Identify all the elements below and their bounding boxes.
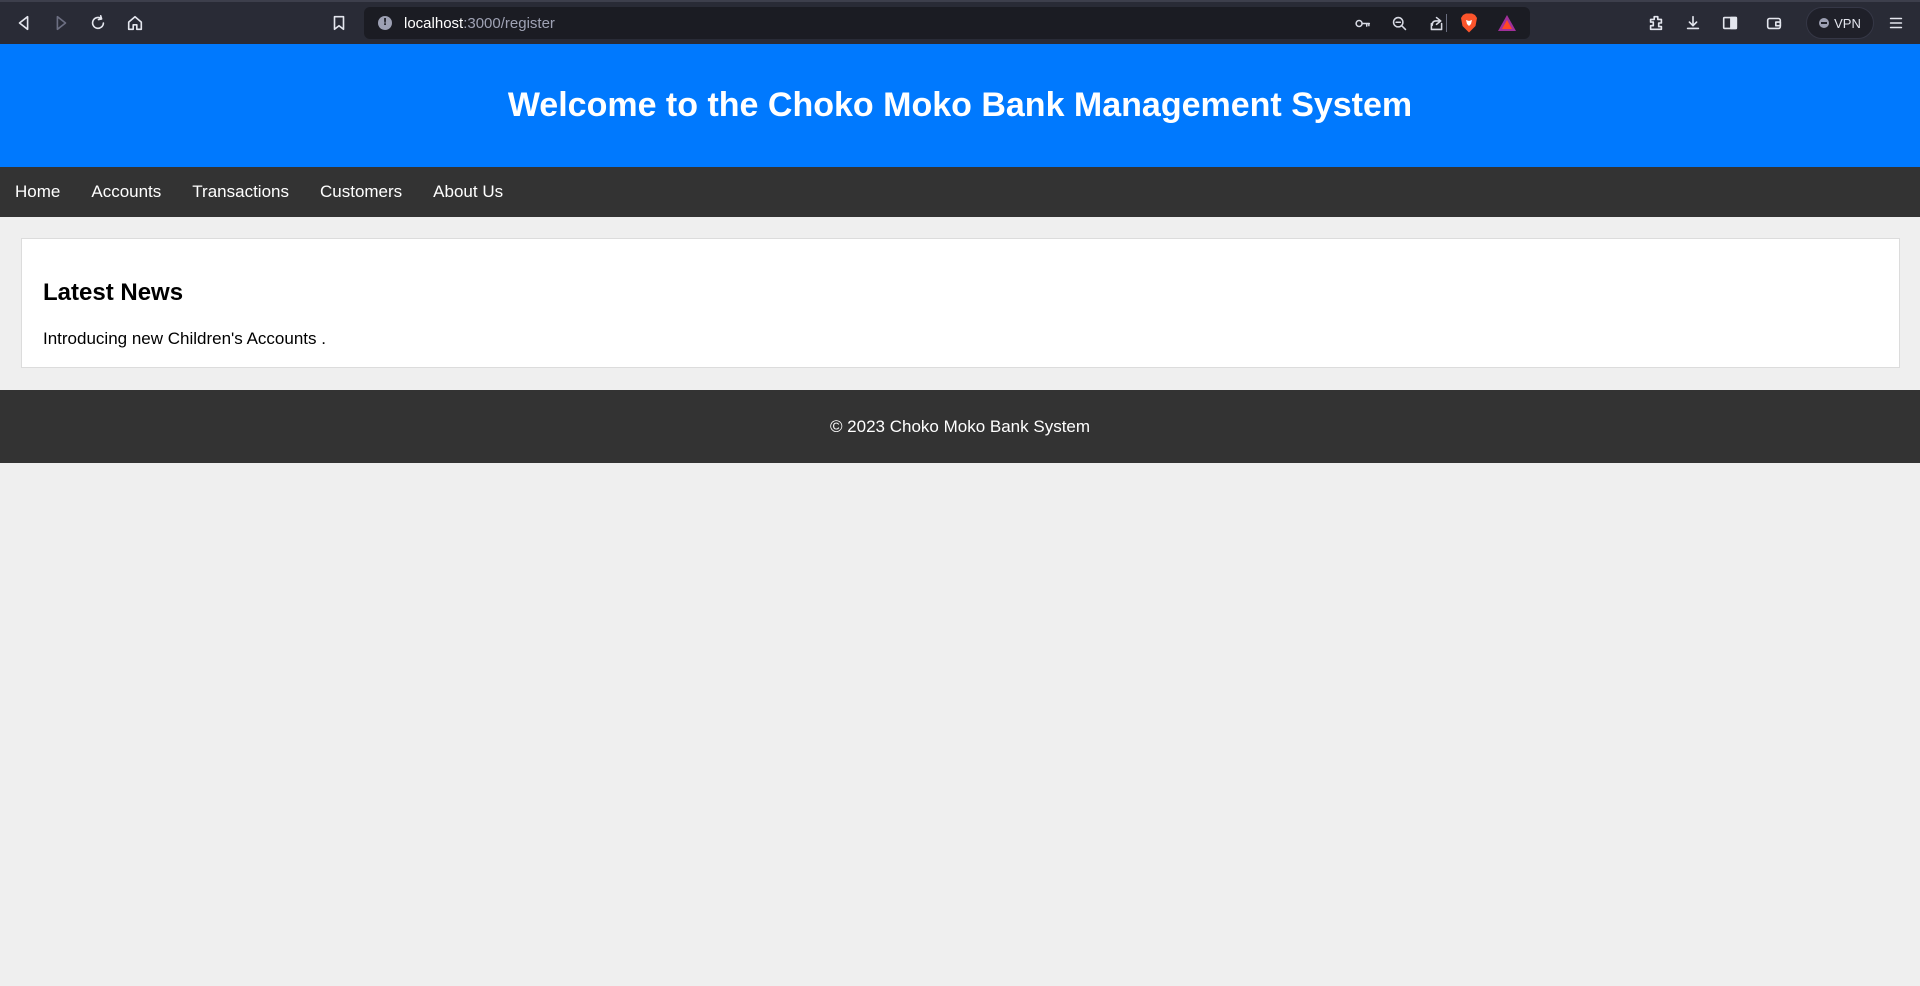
nav-transactions[interactable]: Transactions: [192, 182, 289, 202]
url-text[interactable]: localhost:3000/register: [404, 15, 555, 32]
brave-shields-icon[interactable]: [1460, 13, 1478, 33]
back-icon[interactable]: [6, 2, 42, 44]
reload-icon[interactable]: [80, 2, 116, 44]
address-bar[interactable]: ! localhost:3000/register: [364, 7, 1530, 39]
news-item: Introducing new Children's Accounts .: [43, 329, 326, 348]
omnibox-divider: [1446, 14, 1447, 32]
url-path: :3000/register: [463, 15, 555, 32]
menu-icon[interactable]: [1878, 2, 1914, 44]
site-footer: © 2023 Choko Moko Bank System: [0, 390, 1920, 463]
wallet-icon[interactable]: [1756, 2, 1792, 44]
sidebar-icon[interactable]: [1712, 2, 1748, 44]
forward-icon[interactable]: [43, 2, 79, 44]
latest-news-card: Latest News Introducing new Children's A…: [21, 238, 1900, 368]
nav-home[interactable]: Home: [15, 182, 60, 202]
download-icon[interactable]: [1675, 2, 1711, 44]
vpn-status-icon: [1819, 18, 1830, 28]
brave-rewards-icon[interactable]: [1497, 14, 1517, 32]
bookmark-icon[interactable]: [321, 2, 357, 44]
news-heading: Latest News: [43, 279, 184, 306]
url-host: localhost: [404, 15, 464, 32]
zoom-out-icon[interactable]: [1388, 13, 1410, 33]
nav-about-us[interactable]: About Us: [433, 182, 503, 202]
extensions-icon[interactable]: [1638, 2, 1674, 44]
footer-copyright: © 2023 Choko Moko Bank System: [829, 416, 1091, 436]
main-nav: Home Accounts Transactions Customers Abo…: [0, 167, 1920, 217]
site-info-icon[interactable]: !: [378, 16, 392, 30]
site-header: Welcome to the Choko Moko Bank Managemen…: [0, 44, 1920, 167]
home-icon[interactable]: [117, 2, 153, 44]
page-title: Welcome to the Choko Moko Bank Managemen…: [507, 86, 1413, 124]
share-icon[interactable]: [1425, 13, 1447, 33]
nav-accounts[interactable]: Accounts: [91, 182, 161, 202]
nav-customers[interactable]: Customers: [320, 182, 402, 202]
key-icon[interactable]: [1351, 13, 1373, 33]
browser-toolbar: ! localhost:3000/register VPN: [0, 0, 1920, 44]
vpn-label: VPN: [1834, 15, 1861, 31]
vpn-button[interactable]: VPN: [1806, 7, 1874, 39]
